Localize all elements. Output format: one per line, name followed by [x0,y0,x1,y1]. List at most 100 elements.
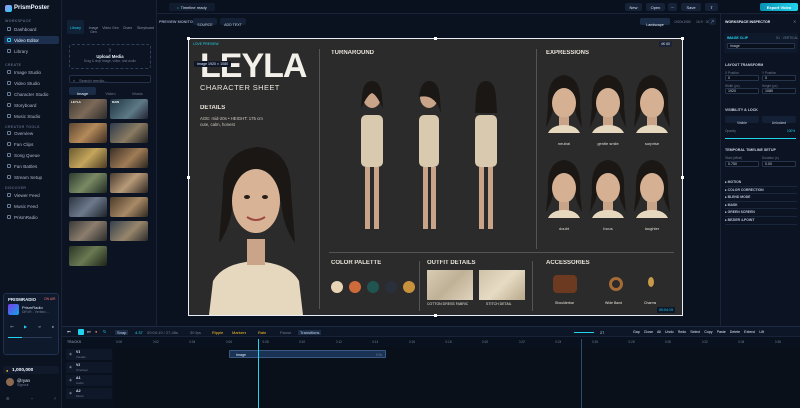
media-thumb[interactable] [69,197,107,217]
tool-undo[interactable]: Undo [665,330,674,334]
fullscreen-button[interactable]: ⤢ [709,18,716,25]
eye-icon[interactable]: ◉ [69,391,72,395]
tool-extend[interactable]: Extend [744,330,755,334]
prev-icon[interactable]: ⏮ [10,324,14,329]
mode-markers[interactable]: Markers [232,330,246,335]
tool-paste[interactable]: Paste [717,330,726,334]
sidebar-item-fan-clips[interactable]: Fan Clips [4,140,59,148]
mode-ripple[interactable]: Ripple [212,330,223,335]
share-button[interactable]: ⇪ [705,3,718,11]
playhead[interactable] [258,339,259,408]
resize-handle[interactable] [434,314,437,317]
help-icon[interactable]: ? [54,396,56,401]
track-area[interactable] [114,347,800,408]
property-group[interactable]: ▸ BEZIER 4-POINT [725,217,797,225]
tool-close[interactable]: Close [644,330,653,334]
eye-icon[interactable]: ◉ [69,378,72,382]
sidebar-item-song-queue[interactable]: Song Queue [4,151,59,159]
open-button[interactable]: Open [646,3,665,11]
media-thumb[interactable] [69,246,107,266]
x-position-input[interactable]: 0 [725,75,759,81]
export-button[interactable]: Export Video [760,3,798,11]
next-icon[interactable]: ⏭ [38,324,42,329]
close-icon[interactable]: ✕ [793,19,796,24]
sidebar-item-image-studio[interactable]: Image Studio [4,68,59,76]
tab-image-gen[interactable]: Image Gen [85,20,102,34]
time-ruler[interactable]: 0:00 0:02 0:04 0:06 0:08 0:10 0:12 0:14 0:16 0:18… [114,339,800,347]
filter-image[interactable]: Image [69,87,96,96]
tool-lift[interactable]: Lift [759,330,764,334]
tool-copy[interactable]: Copy [704,330,712,334]
sidebar-item-storyboard[interactable]: Storyboard [4,101,59,109]
resize-handle[interactable] [187,37,190,40]
volume-track[interactable] [22,337,52,338]
mode-pause[interactable]: Pause [280,330,291,335]
media-thumb[interactable] [110,197,148,217]
property-group[interactable]: ▸ MASK [725,202,797,210]
track-header[interactable]: A2 Music ◉ [66,388,112,399]
filter-music[interactable]: Music [124,87,151,96]
zoom-slider[interactable] [574,331,594,333]
tab-storyboard[interactable]: Storyboard [135,20,156,34]
lock-toggle[interactable]: Unlocked [762,116,796,125]
sidebar-item-library[interactable]: Library [4,47,59,55]
eye-icon[interactable]: ◉ [69,365,72,369]
visible-toggle[interactable]: Visible [725,116,759,125]
source-button[interactable]: SOURCE [193,18,217,27]
mode-transitions[interactable]: Transitions [298,329,322,335]
clip-name-input[interactable]: image [727,43,795,49]
sidebar-item-dashboard[interactable]: Dashboard [4,25,59,33]
sidebar-item-fan-battles[interactable]: Fan Battles [4,162,59,170]
media-thumb[interactable] [69,123,107,143]
sidebar-item-overview[interactable]: Overview [4,129,59,137]
play-icon[interactable]: ▶ [24,324,27,329]
save-button[interactable]: Save [681,3,701,11]
track-header[interactable]: A1 Audio ◉ [66,375,112,386]
preview-canvas[interactable]: LOVE PREVIEW 4K 60 LEYLA Image 1920 × 10… [187,37,684,317]
y-position-input[interactable]: 0 [762,75,796,81]
avatar[interactable] [6,378,14,386]
tool-delete[interactable]: Delete [730,330,740,334]
track-header[interactable]: V2 Overlays ◉ [66,362,112,373]
sidebar-item-character-studio[interactable]: Character Studio [4,90,59,98]
media-thumb[interactable]: LEYLA [69,99,107,119]
property-group[interactable]: ▸ GREEN SCREEN [725,209,797,217]
add-text-button[interactable]: ADD TEXT [220,18,246,27]
user-signout[interactable]: Signout [17,383,29,387]
tab-video-gen[interactable]: Video Gen [102,20,119,34]
filter-video[interactable]: Video [97,87,124,96]
settings-icon[interactable]: ⚙ [6,396,10,401]
new-button[interactable]: New [625,3,642,11]
media-thumb[interactable] [110,173,148,193]
resize-handle[interactable] [434,37,437,40]
sidebar-item-viewer-feed[interactable]: Viewer Feed [4,191,59,199]
media-thumb[interactable] [69,148,107,168]
record-icon[interactable]: ● [95,329,97,334]
property-group[interactable]: ▸ COLOR CORRECTION [725,187,797,195]
stop-icon[interactable]: ■ [52,324,54,329]
loop-icon[interactable]: ↻ [103,329,106,334]
sidebar-item-music-studio[interactable]: Music Studio [4,112,59,120]
tool-redo[interactable]: Redo [678,330,687,334]
opacity-slider[interactable] [725,138,796,140]
search-input[interactable]: ⌕ Search media... [69,75,151,83]
property-group[interactable]: ▸ BLEND MODE [725,194,797,202]
media-thumb[interactable] [69,173,107,193]
eye-icon[interactable]: ◉ [69,352,72,356]
start-input[interactable]: 0.750 [725,161,759,167]
bell-icon[interactable]: ◔ [30,396,32,401]
media-thumb[interactable] [110,221,148,241]
track-header[interactable]: V1 Visuals ◉ [66,349,112,360]
media-thumb[interactable] [110,123,148,143]
mode-rate[interactable]: Rate [258,330,266,335]
skip-forward-icon[interactable]: ⏭ [87,329,91,334]
sidebar-item-video-editor[interactable]: Video Editor [4,36,59,44]
media-thumb[interactable]: RAIN [110,99,148,119]
skip-back-icon[interactable]: ⏮ [67,329,71,334]
property-group[interactable]: ▸ MOTION [725,179,797,187]
sidebar-item-stream-setup[interactable]: Stream Setup [4,173,59,181]
tab-library[interactable]: Library [67,20,84,34]
media-thumb[interactable] [69,221,107,241]
tab-chars[interactable]: Chars [119,20,136,34]
tool-all[interactable]: All [657,330,661,334]
